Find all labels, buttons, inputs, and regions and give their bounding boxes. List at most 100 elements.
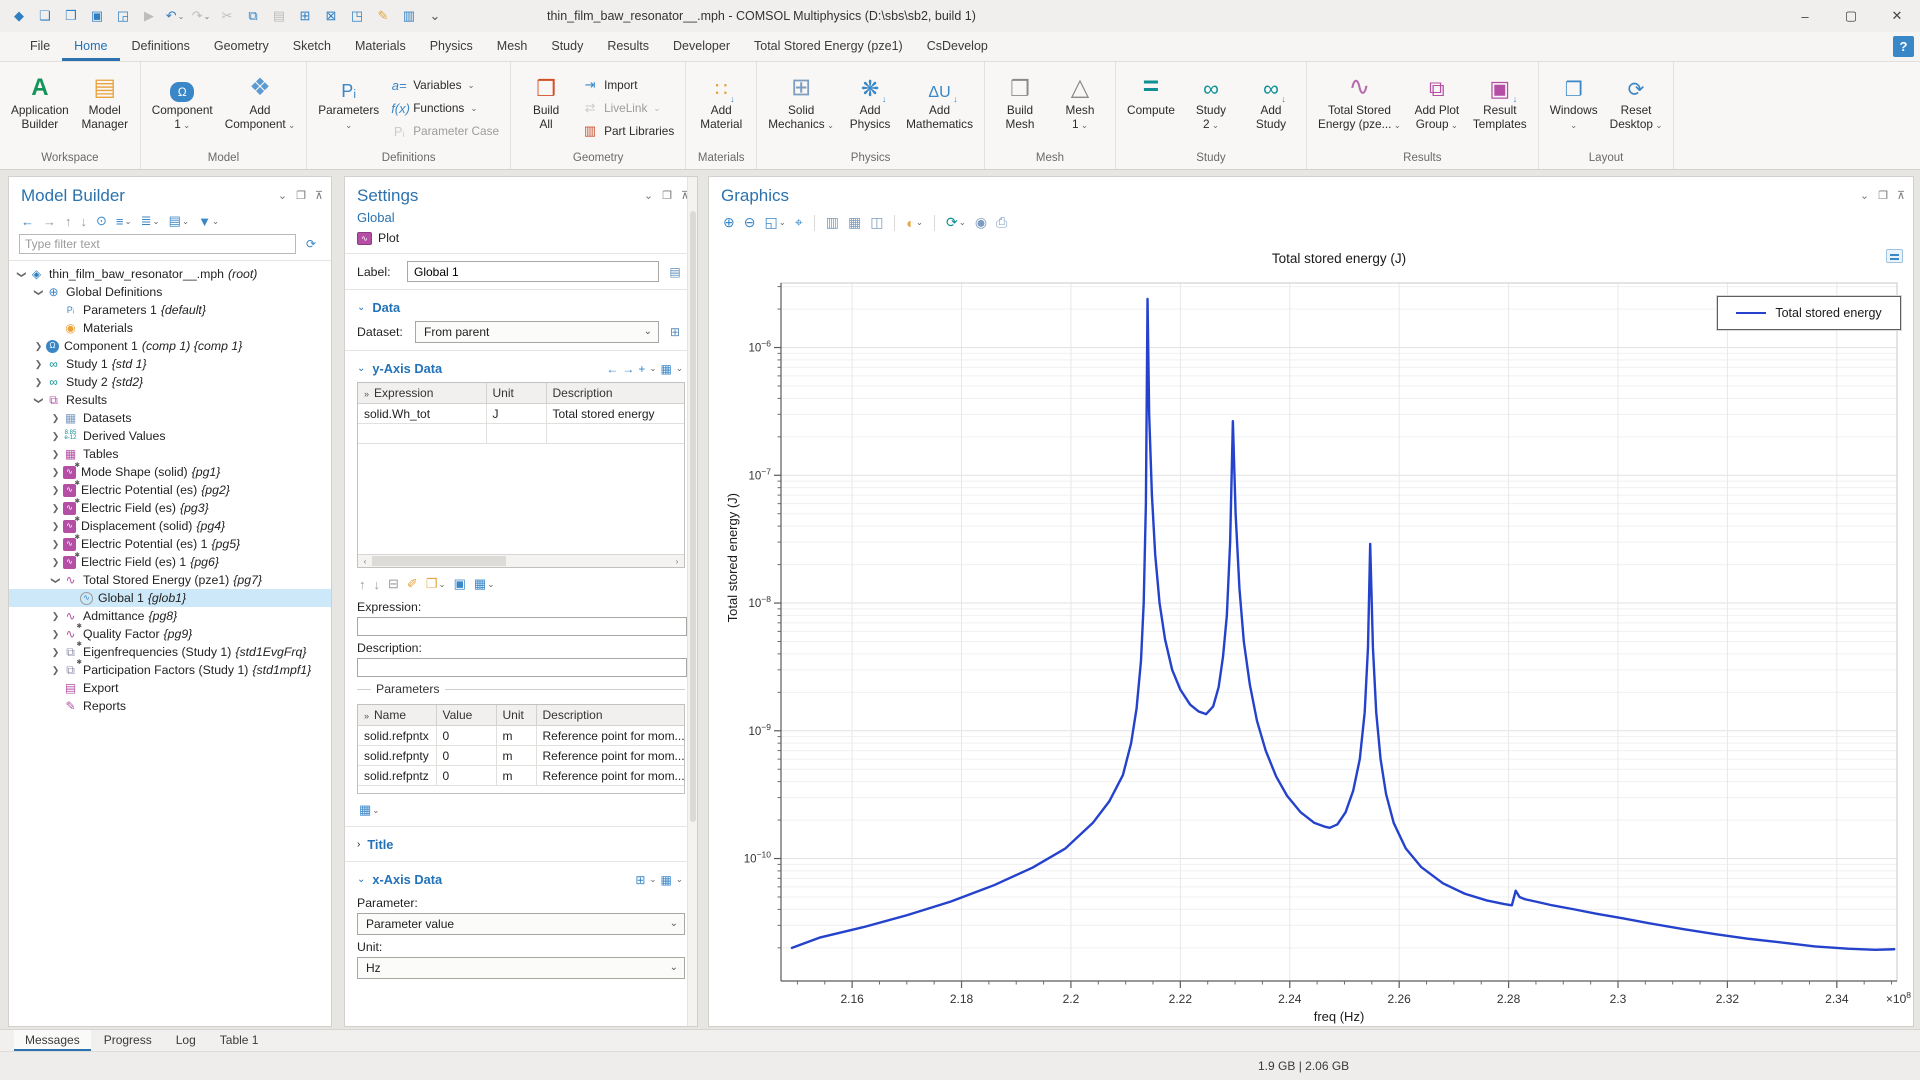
- expander-icon[interactable]: ❯: [33, 394, 44, 407]
- parameters-table[interactable]: »NameValueUnitDescriptionsolid.refpntx0m…: [358, 705, 684, 786]
- ribbon-button-application[interactable]: AApplication Builder: [6, 65, 74, 151]
- scrollbar-thumb[interactable]: [372, 556, 506, 566]
- section-data[interactable]: ⌄ Data: [353, 295, 685, 319]
- table-cell[interactable]: Total stored energy: [546, 404, 684, 424]
- table-settings-icon[interactable]: ▦: [359, 802, 371, 818]
- maximize-button[interactable]: ▢: [1828, 0, 1874, 32]
- parameter-select[interactable]: Parameter value ⌄: [357, 913, 685, 935]
- tree-item-global-1[interactable]: ∿Global 1{glob1}: [9, 589, 331, 607]
- ribbon-button-compute[interactable]: =Compute: [1122, 65, 1180, 151]
- tree-filter-input[interactable]: [19, 234, 296, 254]
- dataset-select[interactable]: From parent ⌄: [415, 321, 659, 343]
- ribbon-button-add[interactable]: ❖Add Component ⌄: [220, 65, 300, 151]
- tree-item-eigenfrequencies-study-1-[interactable]: ❯⧉Eigenfrequencies (Study 1){std1EvgFrq}: [9, 643, 331, 661]
- tree-item-participation-factors-study-1-[interactable]: ❯⧉Participation Factors (Study 1){std1mp…: [9, 661, 331, 679]
- select-box-icon[interactable]: ◳: [346, 4, 368, 28]
- plot-button[interactable]: ∿ Plot: [353, 228, 685, 248]
- table-options-icon[interactable]: ▦: [661, 873, 672, 887]
- tree-item-admittance[interactable]: ❯∿Admittance{pg8}: [9, 607, 331, 625]
- back-icon[interactable]: ←: [21, 214, 34, 229]
- expander-icon[interactable]: ❯: [49, 431, 62, 442]
- move-up-icon[interactable]: ↑: [65, 214, 72, 229]
- expander-icon[interactable]: ❯: [49, 557, 62, 568]
- move-up-icon[interactable]: ↑: [359, 577, 366, 592]
- plot-tools-icon[interactable]: [1886, 249, 1903, 263]
- float-panel-icon[interactable]: ❐: [662, 189, 672, 202]
- section-y-axis-data[interactable]: ⌄ y-Axis Data ← → +⌄ ▦⌄: [353, 356, 685, 380]
- expander-icon[interactable]: ❯: [49, 539, 62, 550]
- delete-icon[interactable]: ⊠: [320, 4, 342, 28]
- ribbon-button-parameter-case[interactable]: PᵢParameter Case: [391, 121, 499, 141]
- scroll-left-icon[interactable]: ‹: [358, 557, 372, 566]
- table-cell[interactable]: m: [496, 766, 536, 786]
- grid-icon[interactable]: ▦: [848, 214, 861, 231]
- ribbon-button-total-stored[interactable]: ∿Total Stored Energy (pze... ⌄: [1313, 65, 1406, 151]
- table-cell[interactable]: Reference point for mom...: [536, 766, 684, 786]
- ribbon-button-import[interactable]: ⇥Import: [582, 75, 674, 95]
- expander-icon[interactable]: ❯: [49, 629, 62, 640]
- table-cell[interactable]: Reference point for mom...: [536, 726, 684, 746]
- panel-menu-icon[interactable]: ⌄: [278, 189, 287, 202]
- menu-item-file[interactable]: File: [18, 33, 62, 61]
- redo-icon[interactable]: ↷⌄: [190, 4, 212, 28]
- table-options-icon[interactable]: ▦: [661, 362, 672, 376]
- expander-icon[interactable]: ❯: [49, 521, 62, 532]
- expander-icon[interactable]: ❯: [49, 413, 62, 424]
- ribbon-button-add-plot[interactable]: ⧉Add Plot Group ⌄: [1408, 65, 1466, 151]
- tree-item-component-1[interactable]: ❯ΩComponent 1(comp 1) {comp 1}: [9, 337, 331, 355]
- ribbon-button-livelink[interactable]: ⇄LiveLink⌄: [582, 98, 674, 118]
- ribbon-button-add[interactable]: ∷↓Add Material: [692, 65, 750, 151]
- expander-icon[interactable]: ❯: [49, 647, 62, 658]
- unit-select[interactable]: Hz ⌄: [357, 957, 685, 979]
- menu-item-definitions[interactable]: Definitions: [120, 33, 202, 61]
- add-dataset-icon[interactable]: ⊞: [665, 322, 685, 342]
- ribbon-button-functions[interactable]: f(x)Functions⌄: [391, 98, 499, 118]
- move-down-icon[interactable]: ↓: [81, 214, 88, 229]
- expand-all-icon[interactable]: ≣⌄: [141, 213, 160, 229]
- tree-item-electric-potential-es-1[interactable]: ❯∿Electric Potential (es) 1{pg5}: [9, 535, 331, 553]
- add-expression-icon[interactable]: +: [638, 362, 645, 376]
- status-tab-table-1[interactable]: Table 1: [209, 1030, 270, 1051]
- expander-icon[interactable]: ❯: [50, 574, 61, 587]
- table-cell[interactable]: m: [496, 726, 536, 746]
- table-cell[interactable]: solid.refpnty: [358, 746, 436, 766]
- node-label-icon[interactable]: ▤⌄: [169, 213, 189, 229]
- toolbar-overflow-icon[interactable]: ⌄: [424, 4, 446, 28]
- column-header[interactable]: Value: [436, 705, 496, 726]
- cut-icon[interactable]: ✂: [216, 4, 238, 28]
- table-row[interactable]: solid.refpntx0mReference point for mom..…: [358, 726, 684, 746]
- tree-item-electric-field-es-1[interactable]: ❯∿Electric Field (es) 1{pg6}: [9, 553, 331, 571]
- tree-item-electric-field-es-[interactable]: ❯∿Electric Field (es){pg3}: [9, 499, 331, 517]
- table-cell[interactable]: J: [486, 404, 546, 424]
- tree-item-reports[interactable]: ✎Reports: [9, 697, 331, 715]
- tree-item-derived-values[interactable]: ❯8.85 e-12Derived Values: [9, 427, 331, 445]
- menu-item-developer[interactable]: Developer: [661, 33, 742, 61]
- tree-item-total-stored-energy-pze1-[interactable]: ❯∿Total Stored Energy (pze1){pg7}: [9, 571, 331, 589]
- horizontal-scrollbar[interactable]: ‹ ›: [358, 554, 684, 567]
- table-row[interactable]: [358, 424, 684, 444]
- table-cell[interactable]: [358, 424, 486, 444]
- ribbon-button-study[interactable]: ∞Study 2 ⌄: [1182, 65, 1240, 151]
- ribbon-button-add[interactable]: ∞↓Add Study: [1242, 65, 1300, 151]
- column-header[interactable]: Description: [546, 383, 684, 404]
- tree-item-study-1[interactable]: ❯∞Study 1{std 1}: [9, 355, 331, 373]
- column-header[interactable]: »Expression: [358, 383, 486, 404]
- plot-canvas[interactable]: 10−610−710−810−910−102.162.182.22.222.24…: [741, 241, 1911, 1021]
- refresh-icon[interactable]: ⟳: [301, 234, 321, 254]
- expander-icon[interactable]: ❯: [49, 611, 62, 622]
- menu-item-study[interactable]: Study: [539, 33, 595, 61]
- menu-item-physics[interactable]: Physics: [418, 33, 485, 61]
- zoom-extents-icon[interactable]: ⌖: [795, 214, 803, 231]
- expander-icon[interactable]: ❯: [32, 377, 45, 388]
- table-cell[interactable]: [486, 424, 546, 444]
- table-cell[interactable]: solid.refpntz: [358, 766, 436, 786]
- section-title[interactable]: › Title: [353, 832, 685, 856]
- expander-icon[interactable]: ❯: [49, 449, 62, 460]
- expander-icon[interactable]: ❯: [32, 341, 45, 352]
- table-row[interactable]: solid.refpnty0mReference point for mom..…: [358, 746, 684, 766]
- table-cell[interactable]: m: [496, 746, 536, 766]
- new-file-icon[interactable]: ❏: [34, 4, 56, 28]
- ribbon-button-part-libraries[interactable]: ▥Part Libraries: [582, 121, 674, 141]
- table-cell[interactable]: 0: [436, 746, 496, 766]
- tree-item-tables[interactable]: ❯▦Tables: [9, 445, 331, 463]
